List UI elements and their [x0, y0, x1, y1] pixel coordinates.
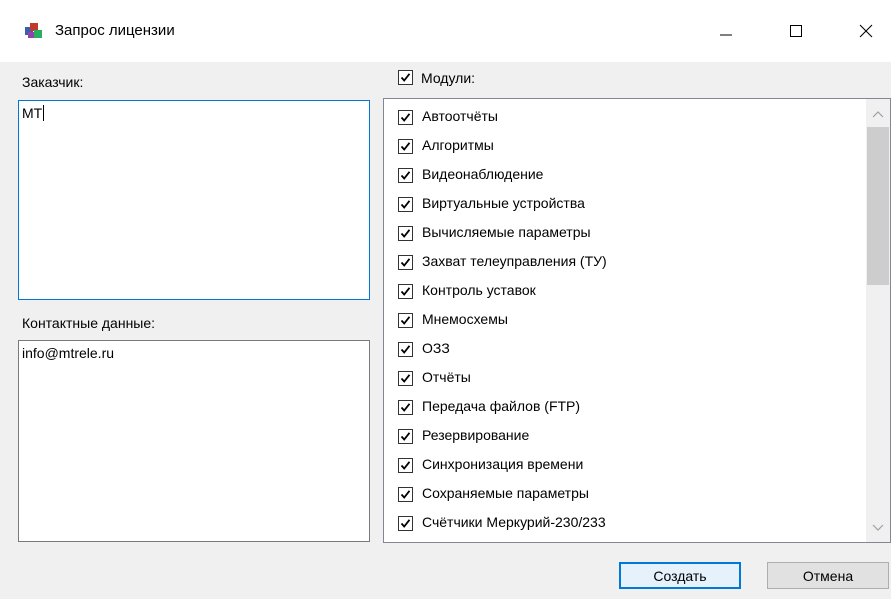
- checkmark-icon: [400, 403, 411, 412]
- checkmark-icon: [400, 229, 411, 238]
- checkmark-icon: [400, 142, 411, 151]
- checkmark-icon: [400, 113, 411, 122]
- minimize-button[interactable]: [705, 10, 747, 52]
- scroll-thumb[interactable]: [867, 127, 889, 285]
- module-checkbox[interactable]: [398, 284, 413, 299]
- module-label: Видеонаблюдение: [422, 166, 544, 182]
- module-checkbox[interactable]: [398, 197, 413, 212]
- checkmark-icon: [400, 73, 411, 82]
- app-icon: [25, 23, 42, 38]
- close-icon: [859, 24, 873, 38]
- module-checkbox[interactable]: [398, 139, 413, 154]
- minimize-icon: [720, 34, 732, 36]
- window-title: Запрос лицензии: [55, 22, 175, 39]
- vertical-scrollbar[interactable]: [866, 99, 890, 542]
- modules-list[interactable]: Автоотчёты Алгоритмы Видеонаблюдение Вир…: [383, 98, 891, 543]
- module-checkbox[interactable]: [398, 458, 413, 473]
- customer-value: МТ: [22, 105, 43, 121]
- module-label: Счётчики Меркурий-230/233: [422, 514, 606, 530]
- module-checkbox[interactable]: [398, 400, 413, 415]
- contact-field[interactable]: info@mtrele.ru: [18, 340, 370, 542]
- title-bar: Запрос лицензии: [0, 0, 891, 62]
- scroll-down-icon[interactable]: [872, 523, 884, 533]
- module-checkbox[interactable]: [398, 110, 413, 125]
- checkmark-icon: [400, 519, 411, 528]
- maximize-icon: [790, 25, 802, 37]
- text-caret: [43, 105, 45, 121]
- module-checkbox[interactable]: [398, 168, 413, 183]
- module-checkbox[interactable]: [398, 371, 413, 386]
- module-checkbox[interactable]: [398, 226, 413, 241]
- module-label: Захват телеуправления (ТУ): [422, 253, 607, 269]
- module-checkbox[interactable]: [398, 255, 413, 270]
- customer-label: Заказчик:: [22, 74, 84, 90]
- module-label: ОЗЗ: [422, 340, 450, 356]
- contact-value: info@mtrele.ru: [22, 345, 115, 361]
- cancel-button[interactable]: Отмена: [767, 562, 889, 589]
- modules-label: Модули:: [421, 70, 476, 86]
- maximize-button[interactable]: [775, 10, 817, 52]
- checkmark-icon: [400, 432, 411, 441]
- module-checkbox[interactable]: [398, 516, 413, 531]
- checkmark-icon: [400, 490, 411, 499]
- checkmark-icon: [400, 461, 411, 470]
- module-label: Виртуальные устройства: [422, 195, 585, 211]
- module-checkbox[interactable]: [398, 429, 413, 444]
- scroll-up-icon[interactable]: [872, 109, 884, 119]
- checkmark-icon: [400, 374, 411, 383]
- create-button[interactable]: Создать: [619, 562, 741, 589]
- checkmark-icon: [400, 258, 411, 267]
- customer-field[interactable]: МТ: [18, 100, 370, 300]
- module-checkbox[interactable]: [398, 313, 413, 328]
- module-checkbox[interactable]: [398, 342, 413, 357]
- module-label: Отчёты: [422, 369, 471, 385]
- module-label: Алгоритмы: [422, 137, 494, 153]
- module-label: Сохраняемые параметры: [422, 485, 589, 501]
- contact-label: Контактные данные:: [22, 315, 156, 331]
- license-request-dialog: Запрос лицензии Заказчик: МТ Контактные …: [0, 0, 891, 599]
- modules-checkbox[interactable]: [398, 70, 413, 85]
- module-label: Автоотчёты: [422, 108, 498, 124]
- checkmark-icon: [400, 200, 411, 209]
- module-label: Мнемосхемы: [422, 311, 508, 327]
- module-label: Резервирование: [422, 427, 530, 443]
- module-checkbox[interactable]: [398, 487, 413, 502]
- module-label: Контроль уставок: [422, 282, 536, 298]
- checkmark-icon: [400, 316, 411, 325]
- close-button[interactable]: [845, 10, 887, 52]
- checkmark-icon: [400, 345, 411, 354]
- checkmark-icon: [400, 287, 411, 296]
- module-label: Передача файлов (FTP): [422, 398, 581, 414]
- module-label: Вычисляемые параметры: [422, 224, 591, 240]
- checkmark-icon: [400, 171, 411, 180]
- module-label: Синхронизация времени: [422, 456, 584, 472]
